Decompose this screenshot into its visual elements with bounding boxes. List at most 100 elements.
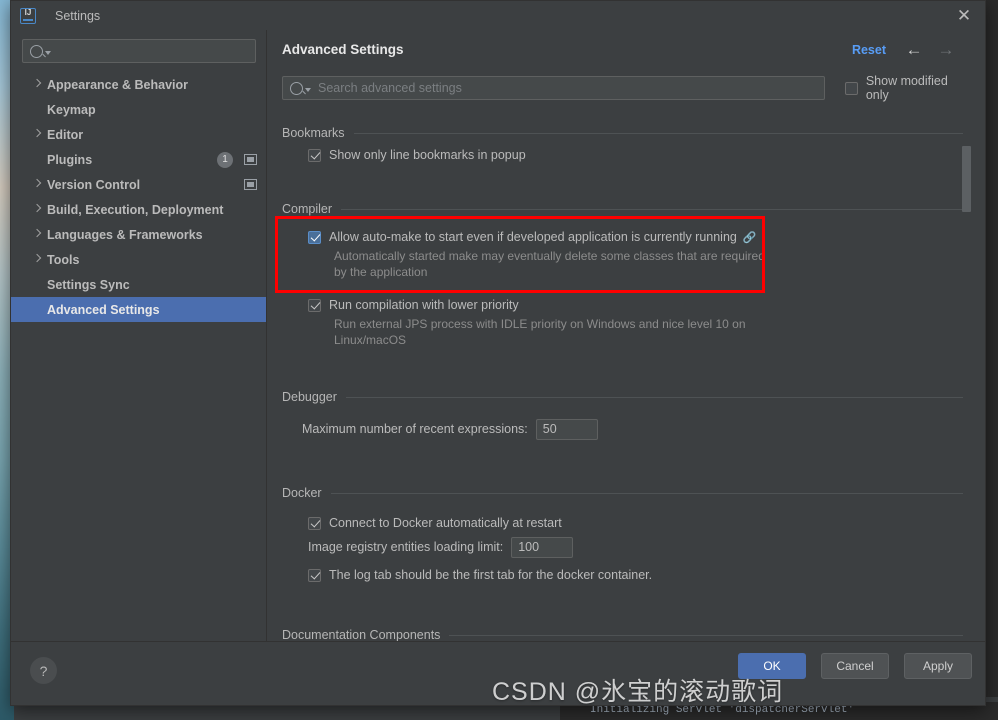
option-label: Show only line bookmarks in popup: [329, 148, 526, 162]
project-scope-icon: [244, 154, 257, 165]
close-icon[interactable]: ✕: [943, 1, 985, 30]
sidebar-item-languages-frameworks[interactable]: Languages & Frameworks: [11, 222, 266, 247]
page-title: Advanced Settings: [282, 42, 404, 57]
dialog-titlebar: Settings ✕: [11, 1, 985, 30]
sidebar-item-label: Plugins: [47, 152, 93, 167]
sidebar-search-box[interactable]: [22, 39, 256, 63]
group-compiler: Compiler Allow auto-make to start even i…: [282, 198, 963, 372]
group-bookmarks: Bookmarks Show only line bookmarks in po…: [282, 122, 963, 184]
settings-main-panel: Advanced Settings Reset ← → Show modifie…: [267, 30, 985, 669]
sidebar-item-version-control[interactable]: Version Control: [11, 172, 266, 197]
sidebar-item-label: Build, Execution, Deployment: [47, 202, 224, 217]
sidebar-item-build-execution-deployment[interactable]: Build, Execution, Deployment: [11, 197, 266, 222]
group-title: Documentation Components: [282, 628, 441, 642]
sidebar-item-editor[interactable]: Editor: [11, 122, 266, 147]
field-label: Image registry entities loading limit:: [308, 540, 504, 554]
project-scope-icon: [244, 179, 257, 190]
back-arrow-icon[interactable]: ←: [905, 41, 923, 58]
main-header: Advanced Settings Reset ← →: [267, 30, 985, 70]
chevron-right-icon: [33, 180, 42, 189]
chevron-right-icon: [33, 205, 42, 214]
dialog-body: Appearance & Behavior Keymap Editor Plug…: [11, 30, 985, 669]
advanced-search-input[interactable]: [311, 80, 824, 96]
settings-scroll-area[interactable]: Bookmarks Show only line bookmarks in po…: [267, 108, 985, 669]
sidebar-item-tools[interactable]: Tools: [11, 247, 266, 272]
group-divider: [345, 396, 963, 398]
group-divider: [330, 492, 963, 494]
field-max-recent-expressions: Maximum number of recent expressions:: [302, 416, 963, 442]
sidebar-item-settings-sync[interactable]: Settings Sync: [11, 272, 266, 297]
settings-tree: Appearance & Behavior Keymap Editor Plug…: [11, 72, 266, 322]
group-debugger: Debugger Maximum number of recent expres…: [282, 386, 963, 468]
dialog-footer: ? OK Cancel Apply: [11, 641, 985, 705]
show-modified-only-checkbox[interactable]: [844, 81, 858, 95]
chevron-right-icon: [33, 255, 42, 264]
sidebar-item-plugins[interactable]: Plugins 1: [11, 147, 266, 172]
intellij-idea-icon: [20, 7, 36, 24]
content-scrollbar-thumb[interactable]: [962, 146, 971, 212]
sidebar-item-advanced-settings[interactable]: Advanced Settings: [11, 297, 266, 322]
content-scrollbar-track[interactable]: [962, 142, 971, 669]
group-divider: [341, 208, 963, 210]
option-run-compilation-lower-priority[interactable]: Run compilation with lower priority: [308, 294, 963, 316]
group-title: Docker: [282, 486, 322, 500]
help-button[interactable]: ?: [30, 657, 57, 684]
option-label: Run compilation with lower priority: [329, 298, 519, 312]
option-show-only-line-bookmarks[interactable]: Show only line bookmarks in popup: [308, 144, 963, 166]
allow-auto-make-checkbox[interactable]: [308, 230, 321, 244]
search-icon: [30, 44, 43, 58]
sidebar-item-label: Languages & Frameworks: [47, 227, 203, 242]
sidebar-item-label: Advanced Settings: [47, 302, 160, 317]
search-icon: [290, 81, 303, 95]
cancel-button[interactable]: Cancel: [821, 653, 889, 679]
group-header: Bookmarks: [282, 122, 963, 144]
option-description: Automatically started make may eventuall…: [334, 249, 765, 279]
sidebar-item-label: Keymap: [47, 102, 96, 117]
chevron-right-icon: [33, 130, 42, 139]
dialog-title: Settings: [55, 8, 101, 23]
log-tab-first-checkbox[interactable]: [308, 568, 321, 582]
image-registry-limit-input[interactable]: [511, 536, 574, 558]
ok-button[interactable]: OK: [738, 653, 806, 679]
option-label: The log tab should be the first tab for …: [329, 568, 653, 582]
field-image-registry-limit: Image registry entities loading limit:: [308, 534, 963, 560]
chevron-right-icon: [33, 230, 42, 239]
group-divider: [449, 634, 963, 636]
connect-docker-automatically-checkbox[interactable]: [308, 516, 321, 530]
show-modified-only-label: Show modified only: [865, 74, 948, 102]
option-allow-auto-make[interactable]: Allow auto-make to start even if develop…: [308, 226, 963, 248]
forward-arrow-icon[interactable]: →: [937, 41, 955, 58]
screen: Io )e o rh e ob t a a|a apa govo 亘 Initi…: [0, 0, 998, 720]
chevron-right-icon: [33, 80, 42, 89]
sidebar-item-keymap[interactable]: Keymap: [11, 97, 266, 122]
advanced-search-box[interactable]: [282, 76, 825, 100]
sidebar-item-appearance-behavior[interactable]: Appearance & Behavior: [11, 72, 266, 97]
option-label: Connect to Docker automatically at resta…: [329, 516, 562, 530]
group-docker: Docker Connect to Docker automatically a…: [282, 482, 963, 610]
option-description: Run external JPS process with IDLE prior…: [334, 317, 746, 347]
max-recent-expressions-input[interactable]: [535, 418, 598, 440]
option-log-tab-first[interactable]: The log tab should be the first tab for …: [308, 564, 963, 586]
sidebar-item-label: Appearance & Behavior: [47, 77, 189, 92]
group-header: Debugger: [282, 386, 963, 408]
option-connect-docker-automatically[interactable]: Connect to Docker automatically at resta…: [308, 512, 963, 534]
group-header: Docker: [282, 482, 963, 504]
sidebar-search-input[interactable]: [51, 43, 255, 59]
group-title: Bookmarks: [282, 126, 345, 140]
option-label: Allow auto-make to start even if develop…: [329, 230, 737, 244]
field-label: Maximum number of recent expressions:: [302, 422, 528, 436]
settings-dialog: Settings ✕ Appearance & Behavior Ke: [10, 0, 986, 706]
group-header: Compiler: [282, 198, 963, 220]
show-only-line-bookmarks-checkbox[interactable]: [308, 148, 321, 162]
reset-link[interactable]: Reset: [852, 43, 886, 57]
run-compilation-lower-priority-checkbox[interactable]: [308, 298, 321, 312]
sidebar-item-label: Version Control: [47, 177, 141, 192]
apply-button[interactable]: Apply: [904, 653, 972, 679]
group-title: Debugger: [282, 390, 337, 404]
link-icon[interactable]: 🔗: [743, 231, 757, 244]
settings-content: Bookmarks Show only line bookmarks in po…: [267, 122, 985, 668]
plugins-update-badge: 1: [217, 151, 233, 168]
group-title: Compiler: [282, 202, 333, 216]
show-modified-only-control[interactable]: Show modified only: [844, 74, 973, 102]
settings-sidebar: Appearance & Behavior Keymap Editor Plug…: [11, 30, 267, 669]
